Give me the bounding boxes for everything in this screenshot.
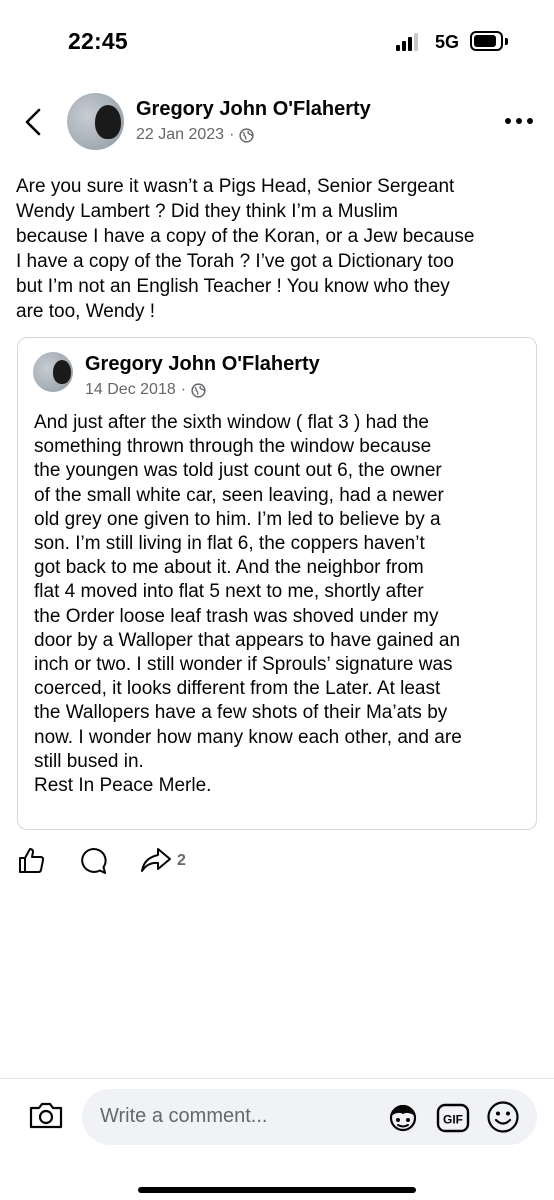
avatar-bird-image bbox=[95, 105, 121, 139]
comment-input[interactable]: Write a comment... GIF bbox=[82, 1089, 537, 1145]
like-button[interactable] bbox=[17, 846, 45, 879]
meta-separator: · bbox=[180, 381, 187, 398]
signal-icon bbox=[396, 33, 422, 51]
post-date[interactable]: 22 Jan 2023 bbox=[136, 126, 224, 144]
avatar-bird-image bbox=[53, 360, 71, 384]
share-count: 2 bbox=[177, 852, 186, 869]
shared-post-date[interactable]: 14 Dec 2018 bbox=[85, 381, 176, 399]
gif-button[interactable]: GIF bbox=[436, 1103, 470, 1138]
battery-icon bbox=[470, 31, 503, 51]
chevron-left-icon bbox=[25, 108, 41, 136]
camera-button[interactable] bbox=[28, 1100, 64, 1130]
author-avatar[interactable] bbox=[67, 93, 124, 150]
shared-post-card[interactable]: Gregory John O'Flaherty 14 Dec 2018 · An… bbox=[17, 337, 537, 830]
comment-button[interactable] bbox=[78, 846, 108, 881]
back-button[interactable] bbox=[22, 106, 46, 138]
author-name[interactable]: Gregory John O'Flaherty bbox=[136, 98, 371, 121]
share-button[interactable] bbox=[140, 846, 172, 879]
camera-icon bbox=[29, 1102, 63, 1129]
post-text: Are you sure it wasn’t a Pigs Head, Seni… bbox=[16, 176, 475, 322]
more-options-button[interactable] bbox=[505, 118, 533, 126]
gif-label: GIF bbox=[443, 1113, 463, 1127]
avatar-sticker-icon bbox=[389, 1104, 417, 1132]
status-time: 22:45 bbox=[68, 28, 128, 54]
thumbs-up-icon bbox=[19, 848, 45, 873]
shared-author-name[interactable]: Gregory John O'Flaherty bbox=[85, 353, 320, 376]
comment-placeholder: Write a comment... bbox=[100, 1105, 268, 1127]
home-indicator bbox=[138, 1187, 416, 1193]
comment-bar: Write a comment... GIF bbox=[0, 1078, 554, 1200]
battery-cap bbox=[505, 38, 508, 45]
gif-icon: GIF bbox=[436, 1103, 470, 1133]
status-bar: 22:45 5G bbox=[0, 0, 554, 80]
post-header: Gregory John O'Flaherty 22 Jan 2023 · bbox=[0, 88, 554, 158]
shared-post-meta: 14 Dec 2018 · bbox=[85, 381, 206, 399]
emoji-icon bbox=[487, 1101, 519, 1133]
avatar-sticker-button[interactable] bbox=[386, 1101, 420, 1138]
post-actions: 2 bbox=[0, 842, 554, 882]
globe-icon bbox=[191, 382, 206, 398]
shared-author-avatar[interactable] bbox=[33, 352, 73, 392]
share-icon bbox=[141, 848, 171, 872]
emoji-button[interactable] bbox=[486, 1100, 520, 1139]
meta-separator: · bbox=[229, 126, 235, 143]
network-label: 5G bbox=[435, 32, 460, 52]
comment-icon bbox=[81, 847, 107, 874]
globe-icon bbox=[239, 127, 255, 143]
post-meta: 22 Jan 2023 · bbox=[136, 126, 255, 144]
shared-post-text: And just after the sixth window ( flat 3… bbox=[34, 412, 462, 797]
